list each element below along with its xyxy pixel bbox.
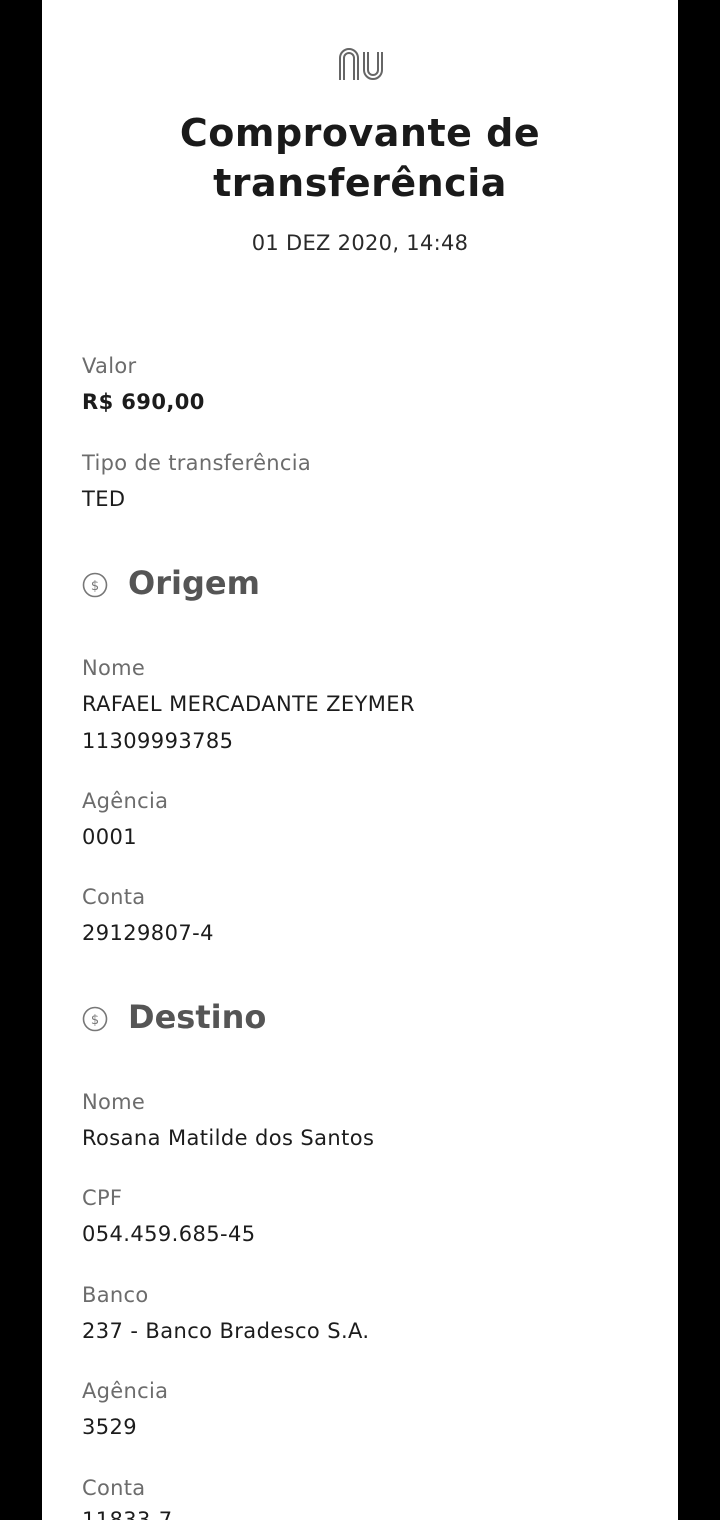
destination-name-value: Rosana Matilde dos Santos (82, 1126, 375, 1150)
nubank-logo-icon (339, 48, 383, 80)
transfer-datetime: 01 DEZ 2020, 14:48 (251, 231, 469, 255)
origin-agency-value: 0001 (82, 825, 138, 849)
origin-section-title: Origem (128, 564, 260, 602)
transfer-type-label: Tipo de transferência (82, 451, 312, 475)
destination-agency-label: Agência (82, 1379, 169, 1403)
transfer-type-value: TED (82, 487, 126, 511)
origin-account-label: Conta (82, 885, 146, 909)
value-label: Valor (82, 354, 137, 378)
origin-agency-label: Agência (82, 789, 169, 813)
destination-name-label: Nome (82, 1090, 146, 1114)
destination-agency-value: 3529 (82, 1415, 138, 1439)
origin-name-value: RAFAEL MERCADANTE ZEYMER (82, 692, 415, 716)
destination-account-label: Conta (82, 1476, 146, 1500)
receipt-page: Comprovante de transferência 01 DEZ 2020… (42, 0, 678, 1520)
page-title: Comprovante de (179, 111, 541, 155)
svg-text:$: $ (91, 1013, 99, 1028)
origin-account-value: 29129807-4 (82, 921, 214, 945)
destination-cpf-label: CPF (82, 1186, 123, 1210)
svg-text:$: $ (91, 579, 99, 594)
destination-section-title: Destino (128, 998, 267, 1036)
destination-cpf-value: 054.459.685-45 (82, 1222, 256, 1246)
page-title-line2: transferência (213, 161, 507, 205)
destination-bank-label: Banco (82, 1283, 149, 1307)
destination-bank-value: 237 - Banco Bradesco S.A. (82, 1319, 370, 1343)
origin-name-label: Nome (82, 656, 146, 680)
origin-name-number: 11309993785 (82, 729, 234, 753)
destination-account-value: 11833-7 (82, 1508, 173, 1520)
value-amount: R$ 690,00 (82, 390, 205, 414)
dollar-circle-icon: $ (82, 572, 108, 598)
dollar-circle-icon: $ (82, 1006, 108, 1032)
